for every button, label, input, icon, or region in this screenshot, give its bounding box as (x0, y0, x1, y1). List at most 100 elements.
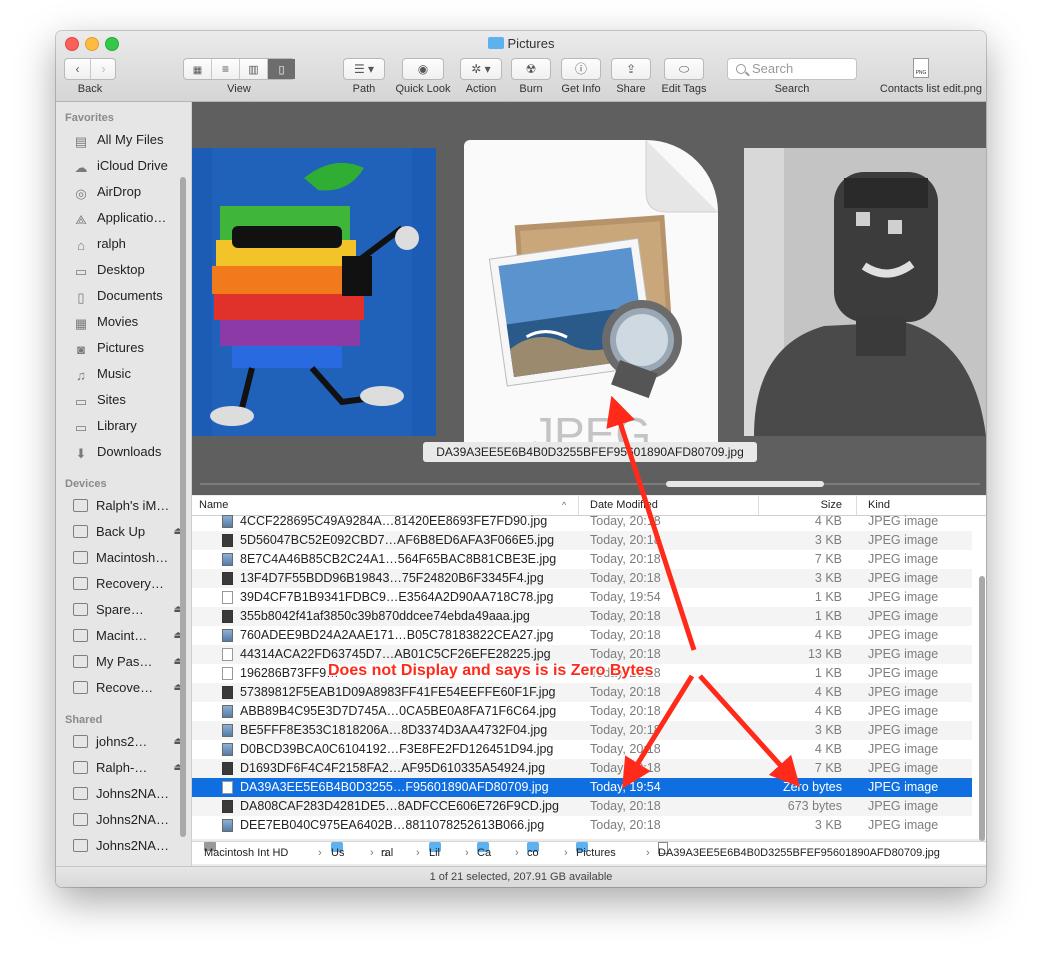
sidebar-item-devices-3[interactable]: Recovery… (65, 573, 185, 595)
path-button[interactable]: ☰ ▾ (343, 58, 385, 80)
search-input[interactable]: Search (727, 58, 857, 80)
burn-button[interactable]: ☢ (511, 58, 551, 80)
icon-view-button[interactable]: ▦ (184, 59, 212, 79)
coverflow-view-button[interactable]: ▯ (268, 59, 295, 79)
cell-size: 4 KB (814, 628, 842, 642)
cell-date: Today, 20:18 (590, 552, 661, 566)
sidebar-item-favorites-12[interactable]: ⬇ Downloads (65, 441, 185, 463)
sidebar-item-label: Ralph-… (96, 760, 148, 775)
column-view-button[interactable]: ▥ (240, 59, 268, 79)
folder-icon (487, 37, 504, 49)
coverflow-preview: JPEG DA39A3EE5E6B4B0D3255BFEF95601890AFD… (192, 102, 986, 495)
sidebar-item-devices-2[interactable]: Macintosh… (65, 547, 185, 569)
coverflow-scroll-track[interactable] (200, 483, 980, 485)
png-file-icon[interactable]: PNG (913, 58, 929, 78)
home-icon: ⌂ (77, 238, 85, 253)
sidebar-item-shared-0[interactable]: johns2… ⏏ (65, 731, 185, 753)
sidebar-item-shared-3[interactable]: Johns2NA… (65, 809, 185, 831)
table-row[interactable]: 8E7C4A46B85CB2C24A1…564F65BAC8B81CBE3E.j… (192, 550, 972, 569)
cell-date: Today, 20:18 (590, 533, 661, 547)
documents-icon: ▯ (77, 290, 85, 305)
cell-size: Zero bytes (782, 780, 842, 794)
forward-button[interactable]: › (91, 59, 116, 79)
sidebar-item-favorites-2[interactable]: ◎ AirDrop (65, 181, 185, 203)
list-scrollbar[interactable] (979, 576, 985, 841)
table-row[interactable]: 39D4CF7B1B9341FDBC9…E3564A2D90AA718C78.j… (192, 588, 972, 607)
radioactive-icon: ☢ (525, 62, 537, 76)
table-row[interactable]: 57389812F5EAB1D09A8983FF41FE54EEFFE60F1F… (192, 683, 972, 702)
sidebar-item-favorites-8[interactable]: ◙ Pictures (65, 337, 185, 359)
sidebar-item-label: Back Up (96, 524, 146, 539)
table-row[interactable]: DA808CAF283D4281DE5…8ADFCCE606E726F9CD.j… (192, 797, 972, 816)
sidebar-scrollbar[interactable] (180, 177, 186, 837)
jpeg-file-icon (222, 553, 233, 566)
cell-size: 4 KB (814, 704, 842, 718)
share-button[interactable]: ⇪ (611, 58, 651, 80)
folder-icon: ▭ (74, 394, 88, 409)
sidebar: Favorites ▤ All My Files ☁ iCloud Drive ◎ Air… (56, 102, 192, 867)
table-row-selected[interactable]: DA39A3EE5E6B4B0D3255…F95601890AFD80709.j… (192, 778, 972, 797)
sidebar-item-favorites-10[interactable]: ▭ Sites (65, 389, 185, 411)
table-row[interactable]: 13F4D7F55BDD96B19843…75F24820B6F3345F4.j… (192, 569, 972, 588)
sidebar-item-label: Documents (97, 288, 163, 303)
list-view-button[interactable]: ≡ (212, 59, 240, 79)
jpeg-file-icon (222, 667, 233, 680)
edit-tags-button[interactable]: ⬭ (664, 58, 704, 80)
sidebar-item-favorites-3[interactable]: ⟁ Applicatio… (65, 207, 185, 229)
sidebar-item-favorites-7[interactable]: ▦ Movies (65, 311, 185, 333)
sidebar-item-shared-4[interactable]: Johns2NA… (65, 835, 185, 857)
cell-size: 1 KB (814, 590, 842, 604)
apple-mascot-thumbnail[interactable] (192, 148, 436, 436)
sidebar-item-shared-2[interactable]: Johns2NA… (65, 783, 185, 805)
cell-date: Today, 20:18 (590, 514, 661, 528)
sidebar-item-favorites-11[interactable]: ▭ Library (65, 415, 185, 437)
table-row[interactable]: BE5FFF8E353C1818206A…8D3374D3AA4732F04.j… (192, 721, 972, 740)
sidebar-item-devices-0[interactable]: Ralph's iM… (65, 495, 185, 517)
cell-kind: JPEG image (868, 742, 939, 756)
cell-name: ABB89B4C95E3D7D745A…0CA5BE0A8FA71F6C64.j… (240, 704, 557, 718)
jpeg-file-icon (222, 705, 233, 718)
coverflow-scroll-thumb[interactable] (666, 481, 824, 487)
cell-kind: JPEG image (868, 647, 939, 661)
sidebar-item-shared-1[interactable]: Ralph-… ⏏ (65, 757, 185, 779)
table-row[interactable]: ABB89B4C95E3D7D745A…0CA5BE0A8FA71F6C64.j… (192, 702, 972, 721)
sidebar-item-favorites-1[interactable]: ☁ iCloud Drive (65, 155, 185, 177)
sidebar-item-favorites-9[interactable]: ♫ Music (65, 363, 185, 385)
cell-date: Today, 20:18 (590, 723, 661, 737)
sidebar-item-devices-7[interactable]: Recove… ⏏ (65, 677, 185, 699)
path-item-label: DA39A3EE5E6B4B0D3255BFEF95601890AFD80709… (658, 847, 940, 859)
table-row[interactable]: 4CCF228695C49A9284A…81420EE8693FE7FD90.j… (192, 512, 972, 531)
cell-kind: JPEG image (868, 704, 939, 718)
cell-name: 57389812F5EAB1D09A8983FF41FE54EEFFE60F1F… (240, 685, 556, 699)
table-row[interactable]: D0BCD39BCA0C6104192…F3E8FE2FD126451D94.j… (192, 740, 972, 759)
back-button[interactable]: ‹ (65, 59, 91, 79)
table-row[interactable]: 355b8042f41af3850c39b870ddcee74ebda49aaa… (192, 607, 972, 626)
music-icon: ♫ (76, 368, 86, 383)
recent-file-label[interactable]: Contacts list edit.png (862, 83, 982, 95)
path-icon: ☰ ▾ (353, 62, 375, 76)
table-row[interactable]: 760ADEE9BD24A2AAE171…B05C78183822CEA27.j… (192, 626, 972, 645)
sidebar-item-label: Sites (97, 392, 126, 407)
gray-portrait-thumbnail[interactable] (744, 148, 986, 436)
sidebar-item-devices-1[interactable]: Back Up ⏏ (65, 521, 185, 543)
cell-date: Today, 20:18 (590, 704, 661, 718)
action-button[interactable]: ✲ ▾ (460, 58, 502, 80)
sidebar-item-label: Spare… (96, 602, 144, 617)
sidebar-item-favorites-5[interactable]: ▭ Desktop (65, 259, 185, 281)
drive-icon (73, 499, 88, 512)
table-row[interactable]: DEE7EB040C975EA6402B…8811078252613B066.j… (192, 816, 972, 835)
sidebar-item-label: AirDrop (97, 184, 142, 199)
sidebar-item-devices-6[interactable]: My Pas… ⏏ (65, 651, 185, 673)
table-row[interactable]: 5D56047BC52E092CBD7…AF6B8ED6AFA3F066E5.j… (192, 531, 972, 550)
chevron-right-icon: › (101, 62, 106, 76)
sidebar-item-devices-4[interactable]: Spare… ⏏ (65, 599, 185, 621)
sidebar-item-favorites-6[interactable]: ▯ Documents (65, 285, 185, 307)
burn-label: Burn (519, 83, 543, 95)
sidebar-item-favorites-4[interactable]: ⌂ ralph (65, 233, 185, 255)
get-info-button[interactable]: ⓘ (561, 58, 601, 80)
sidebar-item-devices-5[interactable]: Macint… ⏏ (65, 625, 185, 647)
sidebar-item-favorites-0[interactable]: ▤ All My Files (65, 129, 185, 151)
quick-look-button[interactable]: ◉ (402, 58, 444, 80)
jpeg-document-preview[interactable]: JPEG (464, 140, 718, 456)
table-row[interactable]: D1693DF6F4C4F2158FA2…AF95D610335A54924.j… (192, 759, 972, 778)
